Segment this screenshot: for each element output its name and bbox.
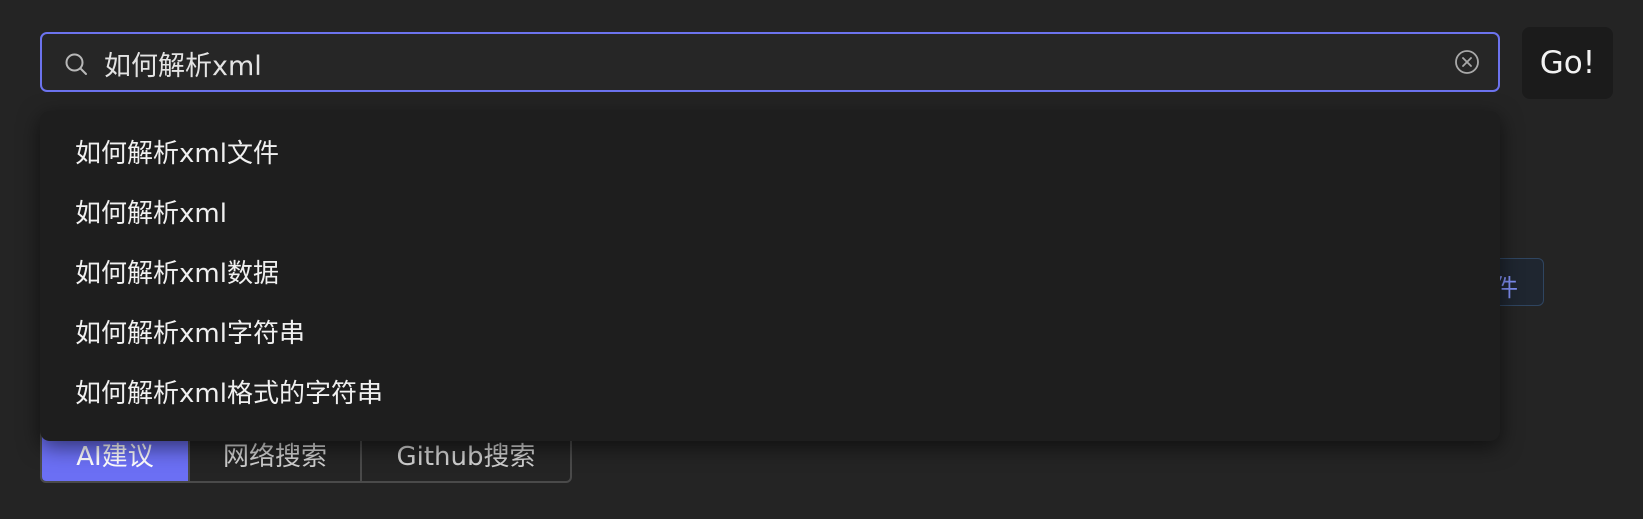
suggestion-dropdown: 如何解析xml文件 如何解析xml 如何解析xml数据 如何解析xml字符串 如…	[40, 111, 1500, 441]
suggestion-option[interactable]: 如何解析xml数据	[40, 244, 1500, 304]
suggestion-option[interactable]: 如何解析xml格式的字符串	[40, 364, 1500, 424]
suggestion-option[interactable]: 如何解析xml文件	[40, 124, 1500, 184]
search-box[interactable]	[40, 32, 1500, 92]
search-icon	[64, 52, 88, 76]
suggestion-option[interactable]: 如何解析xml字符串	[40, 304, 1500, 364]
clear-icon[interactable]	[1454, 49, 1480, 75]
suggestion-option[interactable]: 如何解析xml	[40, 184, 1500, 244]
search-input[interactable]	[104, 42, 1414, 84]
go-button[interactable]: Go!	[1522, 27, 1613, 99]
